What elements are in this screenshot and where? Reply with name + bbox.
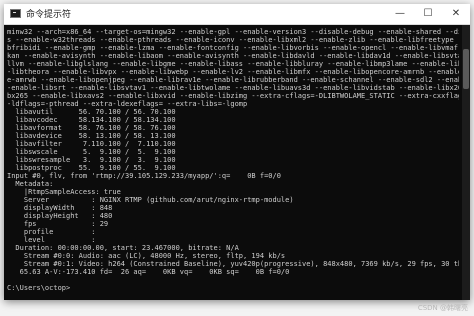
command-prompt-window: 命令提示符 — ☐ ✕ minw32 --arch=x86_64 --targe… (4, 4, 470, 300)
close-button[interactable]: ✕ (442, 4, 470, 24)
console-line: libpostproc 55. 9.100 / 55. 9.100 (7, 164, 176, 172)
console-line: libavformat 58. 76.100 / 58. 76.100 (7, 124, 176, 132)
console-line: displayWidth : 848 (7, 204, 113, 212)
console-line: Metadata: (7, 180, 54, 188)
watermark: CSDN @韩曙亮 (417, 304, 468, 312)
console-line: |RtmpSampleAccess: true (7, 188, 121, 196)
console-line: Input #0, flv, from 'rtmp://39.105.129.2… (7, 172, 281, 180)
console-line: -enable-libsrt --enable-libsvtav1 --enab… (7, 84, 459, 92)
console-line: bfribidi --enable-gmp --enable-lzma --en… (7, 44, 458, 52)
console-line: bx265 --enable-libxavs2 --enable-libxvid… (7, 92, 459, 100)
console-line: Duration: 00:00:00.00, start: 23.467000,… (7, 244, 239, 252)
console-line: -ldflags=-pthread --extra-ldexeflags= --… (7, 100, 248, 108)
title-bar[interactable]: 命令提示符 — ☐ ✕ (4, 4, 470, 25)
console-line: level : (7, 236, 96, 244)
terminal-icon (10, 9, 21, 18)
command-prompt: C:\Users\octop> (7, 284, 71, 292)
window-title: 命令提示符 (26, 9, 72, 19)
console-line: profile : (7, 228, 96, 236)
console-line: libavfilter 7.110.100 / 7.110.100 (7, 140, 176, 148)
console-line: s --enable-w32threads --enable-pthreads … (7, 36, 459, 44)
console-line: fps : 29 (7, 220, 109, 228)
maximize-button[interactable]: ☐ (414, 4, 442, 24)
console-line: libavcodec 58.134.100 / 58.134.100 (7, 116, 176, 124)
scrollbar-thumb[interactable] (463, 49, 469, 89)
console-line: libswresample 3. 9.100 / 3. 9.100 (7, 156, 176, 164)
console-line: Stream #0:0: Audio: aac (LC), 48000 Hz, … (7, 252, 286, 260)
console-line: llvm --enable-libglslang --enable-libgme… (7, 60, 459, 68)
console-line: Stream #0:1: Video: h264 (Constrained Ba… (7, 260, 459, 268)
console-line: 65.63 A-V:-173.410 fd= 26 aq= 0KB vq= 0K… (7, 268, 290, 276)
console-output[interactable]: minw32 --arch=x86_64 --target-os=mingw32… (4, 25, 470, 300)
console-line: libavutil 56. 70.100 / 56. 70.100 (7, 108, 176, 116)
console-line: minw32 --arch=x86_64 --target-os=mingw32… (7, 28, 459, 36)
console-line: e-amrwb --enable-libopenjpeg --enable-li… (7, 76, 459, 84)
console-line: kan --enable-avisynth --enable-libaom --… (7, 52, 459, 60)
console-line: displayHeight : 480 (7, 212, 113, 220)
console-line: libswscale 5. 9.100 / 5. 9.100 (7, 148, 176, 156)
scrollbar[interactable] (462, 25, 470, 300)
console-line: Server : NGINX RTMP (github.com/arut/ngi… (7, 196, 294, 204)
console-line: -libtheora --enable-libvpx --enable-libw… (7, 68, 459, 76)
minimize-button[interactable]: — (386, 4, 414, 24)
console-line: libavdevice 58. 13.100 / 58. 13.100 (7, 132, 176, 140)
